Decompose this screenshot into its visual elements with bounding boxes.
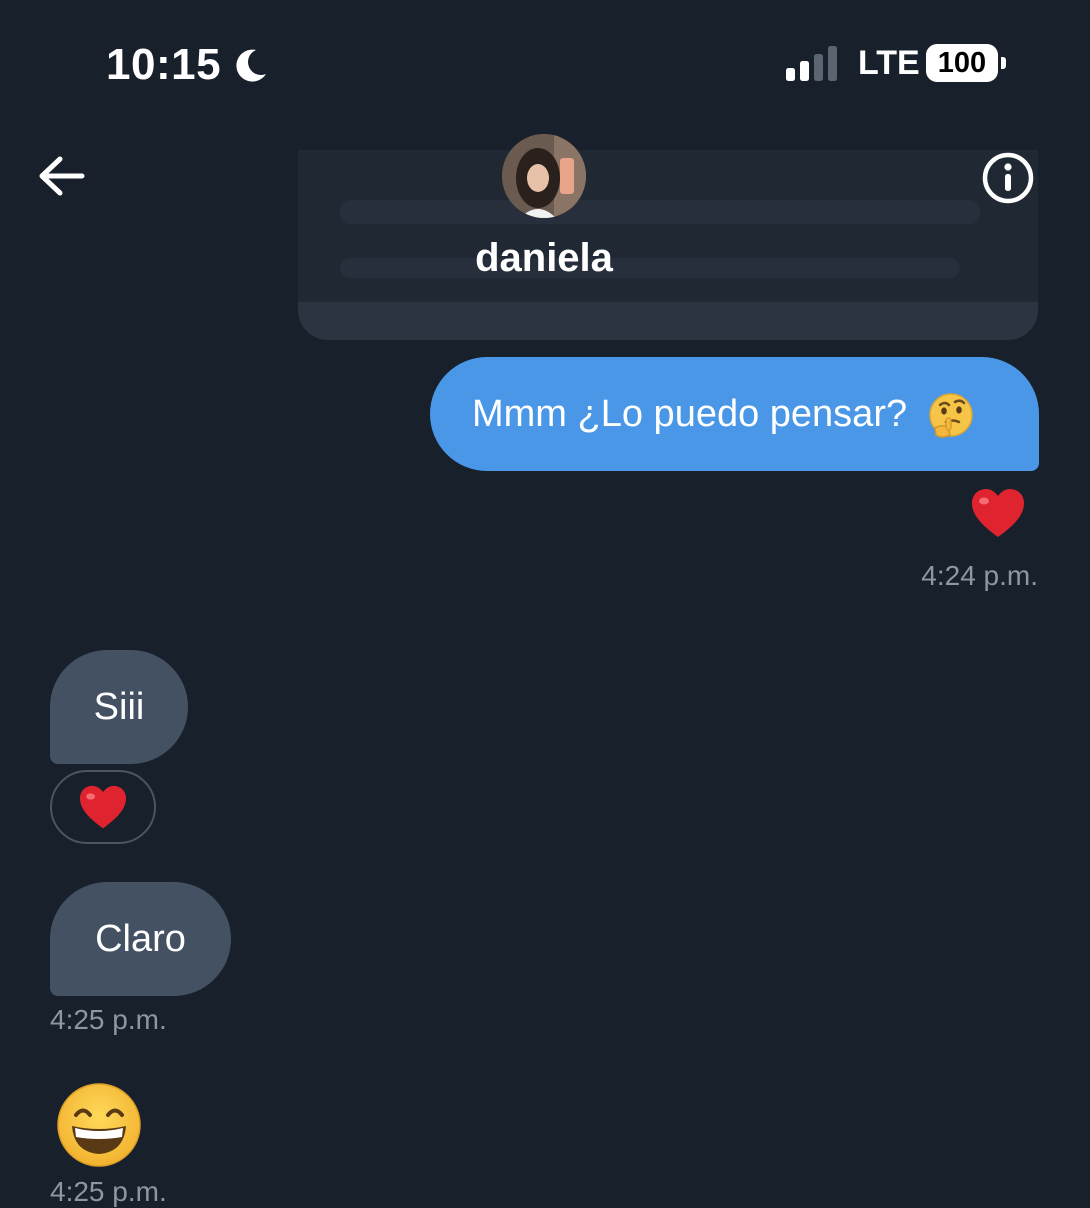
message-text: Mmm ¿Lo puedo pensar? xyxy=(472,393,908,435)
blurred-line xyxy=(340,200,980,224)
arrow-left-icon xyxy=(39,156,85,196)
battery-level: 100 xyxy=(937,47,987,79)
moon-icon xyxy=(236,49,266,82)
avatar[interactable] xyxy=(502,134,586,218)
status-time: 10:15 xyxy=(106,40,222,89)
incoming-message-bubble[interactable]: Claro xyxy=(50,882,231,996)
info-button[interactable] xyxy=(980,150,1036,206)
info-icon xyxy=(982,152,1034,204)
heart-reaction-icon xyxy=(80,785,126,829)
signal-icon xyxy=(786,46,837,81)
message-timestamp: 4:25 p.m. xyxy=(50,1004,167,1035)
grinning-face-icon[interactable] xyxy=(56,1082,142,1168)
blurred-backdrop-band xyxy=(298,302,1038,340)
reaction-pill[interactable] xyxy=(50,770,156,844)
battery-indicator: 100 xyxy=(926,44,1006,84)
message-timestamp: 4:25 p.m. xyxy=(50,1176,167,1207)
thinking-face-icon xyxy=(928,393,973,438)
incoming-message-bubble[interactable]: Siii xyxy=(50,650,188,764)
network-type: LTE xyxy=(858,44,920,82)
heart-reaction-icon[interactable] xyxy=(970,488,1026,540)
message-timestamp: 4:24 p.m. xyxy=(921,560,1038,591)
avatar-photo xyxy=(502,134,586,218)
contact-name[interactable]: daniela xyxy=(400,236,688,281)
back-button[interactable] xyxy=(32,150,90,202)
message-text: Siii xyxy=(93,685,145,728)
outgoing-message-bubble[interactable]: Mmm ¿Lo puedo pensar? xyxy=(430,357,1039,471)
message-text: Claro xyxy=(95,917,186,960)
battery-tip xyxy=(1001,57,1006,69)
